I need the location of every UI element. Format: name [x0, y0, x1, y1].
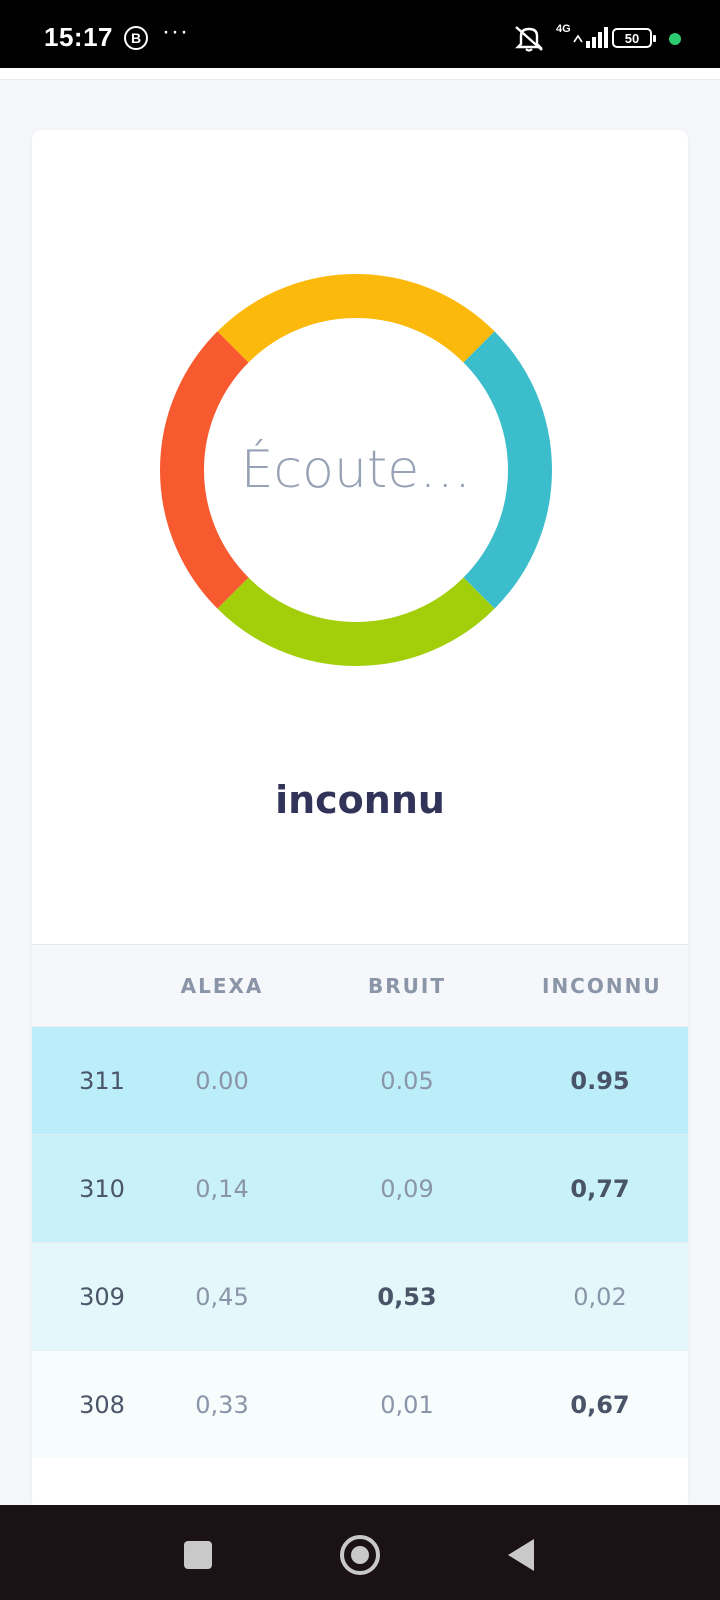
status-time: 15:17 [44, 22, 113, 52]
table-row: 308 0,33 0,01 0,67 [32, 1350, 688, 1458]
listening-ring: Écoute… [156, 270, 556, 670]
header-bruit: BRUIT [368, 973, 446, 998]
network-type-label: 4G [556, 23, 571, 35]
table-row: 309 0,45 0,53 0,02 [32, 1242, 688, 1350]
home-icon[interactable] [340, 1535, 380, 1575]
row-id: 308 [79, 1390, 125, 1419]
row-id: 309 [79, 1282, 125, 1311]
alexa-score: 0.00 [195, 1066, 249, 1095]
privacy-indicator-icon [669, 33, 681, 45]
listening-text: Écoute… [240, 440, 472, 500]
main-card: Écoute… inconnu ALEXA BRUIT INCONNU 311 0… [32, 130, 688, 1510]
prediction-label: inconnu [275, 778, 445, 822]
bruit-score: 0,53 [377, 1282, 437, 1311]
b-badge-icon: B [124, 26, 148, 50]
signal-icon [573, 27, 608, 48]
bruit-score: 0,09 [380, 1174, 434, 1203]
header-inconnu: INCONNU [542, 973, 662, 998]
bruit-score: 0.05 [380, 1066, 434, 1095]
system-nav-bar [0, 1505, 720, 1600]
table-row: 310 0,14 0,09 0,77 [32, 1134, 688, 1242]
alexa-score: 0,14 [195, 1174, 249, 1203]
status-bar: 15:17 B ··· 4G 50 [0, 0, 720, 68]
row-id: 311 [79, 1066, 125, 1095]
bruit-score: 0,01 [380, 1390, 434, 1419]
back-icon[interactable] [508, 1539, 534, 1571]
alexa-score: 0,45 [195, 1282, 249, 1311]
table-row: 311 0.00 0.05 0.95 [32, 1026, 688, 1134]
header-alexa: ALEXA [180, 973, 264, 998]
row-id: 310 [79, 1174, 125, 1203]
inconnu-score: 0,67 [570, 1390, 630, 1419]
inconnu-score: 0,77 [570, 1174, 630, 1203]
recent-apps-icon[interactable] [184, 1541, 212, 1569]
mute-bell-icon [515, 26, 543, 52]
more-dots-icon: ··· [162, 18, 189, 45]
battery-icon: 50 [612, 28, 656, 48]
inconnu-score: 0,02 [573, 1282, 627, 1311]
inconnu-score: 0.95 [570, 1066, 630, 1095]
top-app-bar [0, 68, 720, 80]
table-header: ALEXA BRUIT INCONNU [32, 944, 688, 1026]
alexa-score: 0,33 [195, 1390, 249, 1419]
scores-table: ALEXA BRUIT INCONNU 311 0.00 0.05 0.95 310 0,… [32, 944, 688, 1458]
